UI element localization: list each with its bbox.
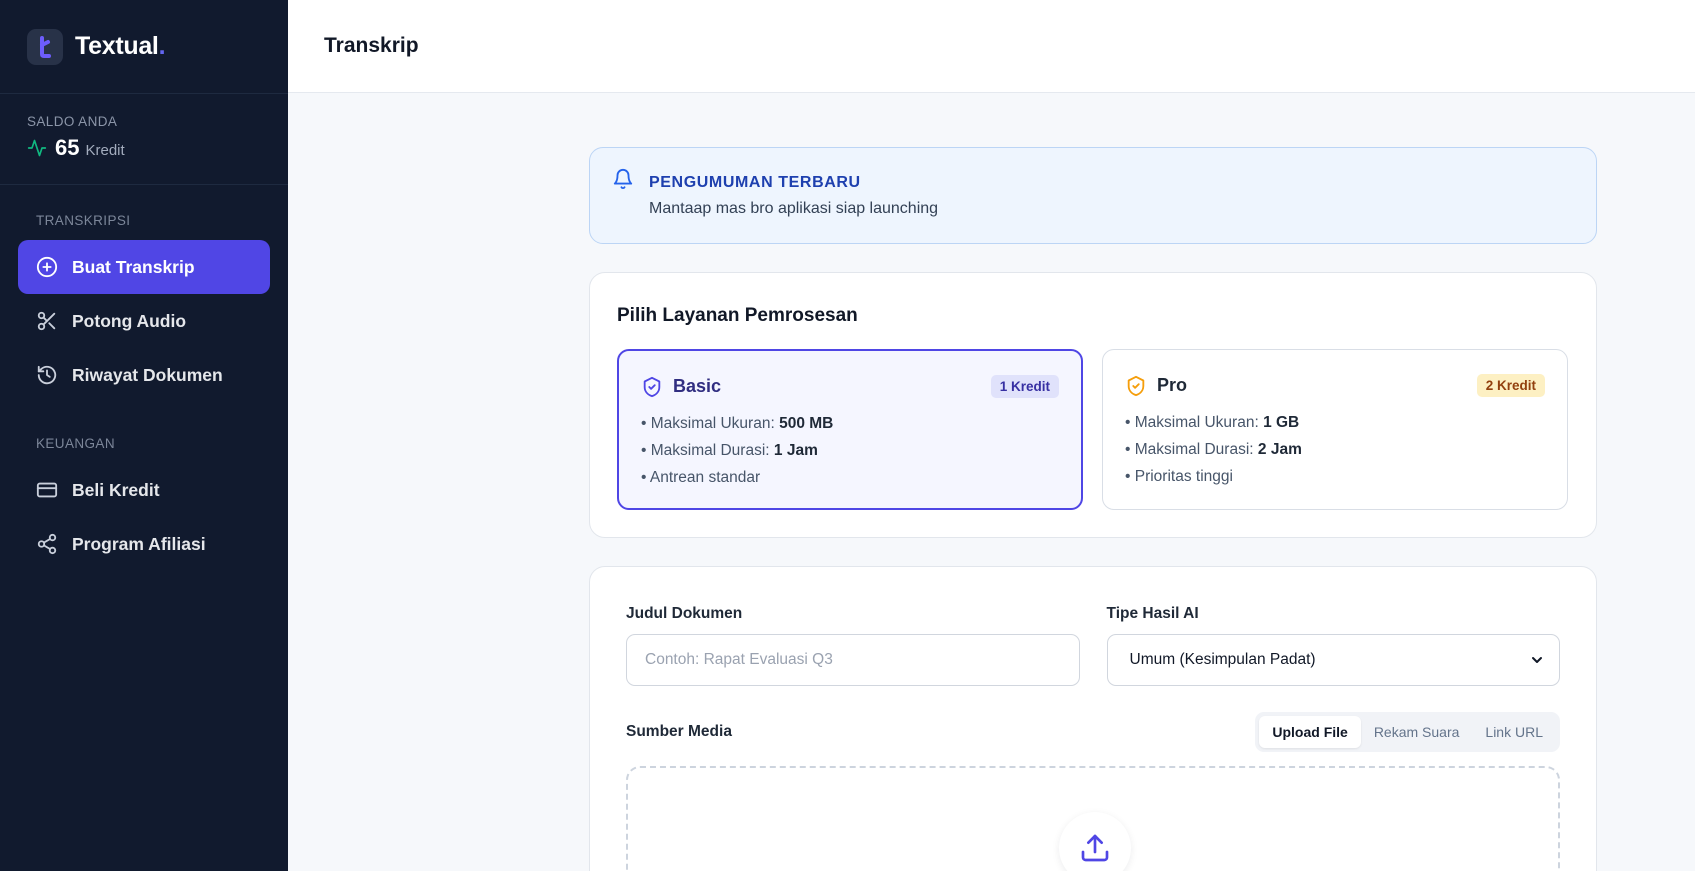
balance-label: SALDO ANDA	[27, 114, 118, 129]
plan-feature: • Maksimal Durasi: 2 Jam	[1125, 441, 1302, 458]
plan-feature: • Maksimal Ukuran: 500 MB	[641, 415, 834, 432]
sidebar: Textual. SALDO ANDA 65 Kredit TRANSKRIPS…	[0, 0, 288, 871]
scissors-icon	[37, 311, 56, 331]
sidebar-item-riwayat-dokumen[interactable]: Riwayat Dokumen	[18, 348, 270, 402]
tab-rekam-suara[interactable]: Rekam Suara	[1361, 716, 1473, 748]
document-title-label: Judul Dokumen	[626, 605, 743, 622]
plan-features: • Maksimal Ukuran: 500 MB • Maksimal Dur…	[641, 410, 1059, 491]
sidebar-item-buat-transkrip[interactable]: Buat Transkrip	[18, 240, 270, 294]
sidebar-item-beli-kredit[interactable]: Beli Kredit	[18, 463, 270, 517]
sidebar-item-label: Buat Transkrip	[72, 256, 195, 277]
sidebar-item-label: Beli Kredit	[72, 479, 160, 500]
app-name: Textual.	[75, 32, 166, 60]
plan-pro[interactable]: Pro 2 Kredit • Maksimal Ukuran: 1 GB • M…	[1102, 349, 1568, 510]
brand[interactable]: Textual.	[0, 0, 288, 94]
sidebar-item-program-afiliasi[interactable]: Program Afiliasi	[18, 517, 270, 571]
announcement-title: PENGUMUMAN TERBARU	[649, 174, 861, 191]
balance-amount: 65	[55, 135, 80, 160]
shield-check-icon	[1127, 375, 1145, 396]
upload-icon	[1081, 834, 1109, 862]
logo-icon	[27, 28, 63, 65]
plan-price-badge: 2 Kredit	[1476, 374, 1545, 397]
tab-link-url[interactable]: Link URL	[1472, 716, 1556, 748]
select-value: Umum (Kesimpulan Padat)	[1129, 651, 1316, 668]
credit-card-icon	[36, 482, 58, 498]
input-placeholder: Contoh: Rapat Evaluasi Q3	[645, 651, 833, 668]
tab-upload-file[interactable]: Upload File	[1259, 716, 1361, 748]
plan-features: • Maksimal Ukuran: 1 GB • Maksimal Duras…	[1125, 409, 1545, 490]
app-window: Textual. SALDO ANDA 65 Kredit TRANSKRIPS…	[0, 0, 1695, 871]
plan-name: Pro	[1157, 375, 1188, 395]
chevron-down-icon	[1532, 657, 1542, 663]
plan-feature: • Prioritas tinggi	[1125, 468, 1233, 485]
plus-circle-icon	[36, 256, 58, 278]
history-icon	[37, 365, 57, 385]
ai-type-select[interactable]: Umum (Kesimpulan Padat)	[1106, 634, 1560, 686]
announcement-message: Mantaap mas bro aplikasi siap launching	[649, 200, 939, 217]
plan-basic[interactable]: Basic 1 Kredit • Maksimal Ukuran: 500 MB…	[617, 349, 1083, 510]
shield-check-icon	[643, 376, 661, 397]
plan-feature: • Antrean standar	[641, 469, 761, 486]
plan-price-badge: 1 Kredit	[990, 375, 1059, 398]
sidebar-item-label: Potong Audio	[72, 310, 187, 331]
main-area: Transkrip PENGUMUMAN TERBARU Mantaap mas…	[288, 0, 1695, 871]
upload-button[interactable]	[1059, 812, 1131, 871]
announcement-banner: PENGUMUMAN TERBARU Mantaap mas bro aplik…	[589, 147, 1597, 244]
nav-section-transkripsi: TRANSKRIPSI	[36, 213, 131, 228]
page-header: Transkrip	[288, 0, 1695, 93]
document-title-input[interactable]: Contoh: Rapat Evaluasi Q3	[626, 634, 1080, 686]
nav-section-keuangan: KEUANGAN	[36, 436, 115, 451]
activity-icon	[27, 139, 47, 157]
plan-feature: • Maksimal Durasi: 1 Jam	[641, 442, 818, 459]
media-source-label: Sumber Media	[626, 723, 732, 740]
page-title: Transkrip	[324, 34, 419, 57]
balance-unit: Kredit	[85, 141, 125, 159]
sidebar-item-label: Program Afiliasi	[72, 533, 206, 554]
share-icon	[37, 533, 57, 555]
transcript-form: Judul Dokumen Contoh: Rapat Evaluasi Q3 …	[589, 566, 1597, 871]
media-source-tabs: Upload File Rekam Suara Link URL	[1255, 712, 1560, 752]
content: PENGUMUMAN TERBARU Mantaap mas bro aplik…	[589, 147, 1597, 871]
sidebar-item-potong-audio[interactable]: Potong Audio	[18, 294, 270, 348]
plan-feature: • Maksimal Ukuran: 1 GB	[1125, 414, 1300, 431]
sidebar-item-label: Riwayat Dokumen	[72, 364, 223, 385]
ai-type-label: Tipe Hasil AI	[1106, 605, 1199, 622]
service-card: Pilih Layanan Pemrosesan Basic 1 Kredit …	[589, 272, 1597, 538]
file-dropzone[interactable]	[626, 766, 1560, 871]
bell-icon	[613, 169, 633, 190]
plan-name: Basic	[673, 376, 722, 396]
plan-options: Basic 1 Kredit • Maksimal Ukuran: 500 MB…	[617, 349, 1569, 510]
balance-panel: SALDO ANDA 65 Kredit	[0, 94, 288, 185]
service-title: Pilih Layanan Pemrosesan	[617, 305, 858, 326]
